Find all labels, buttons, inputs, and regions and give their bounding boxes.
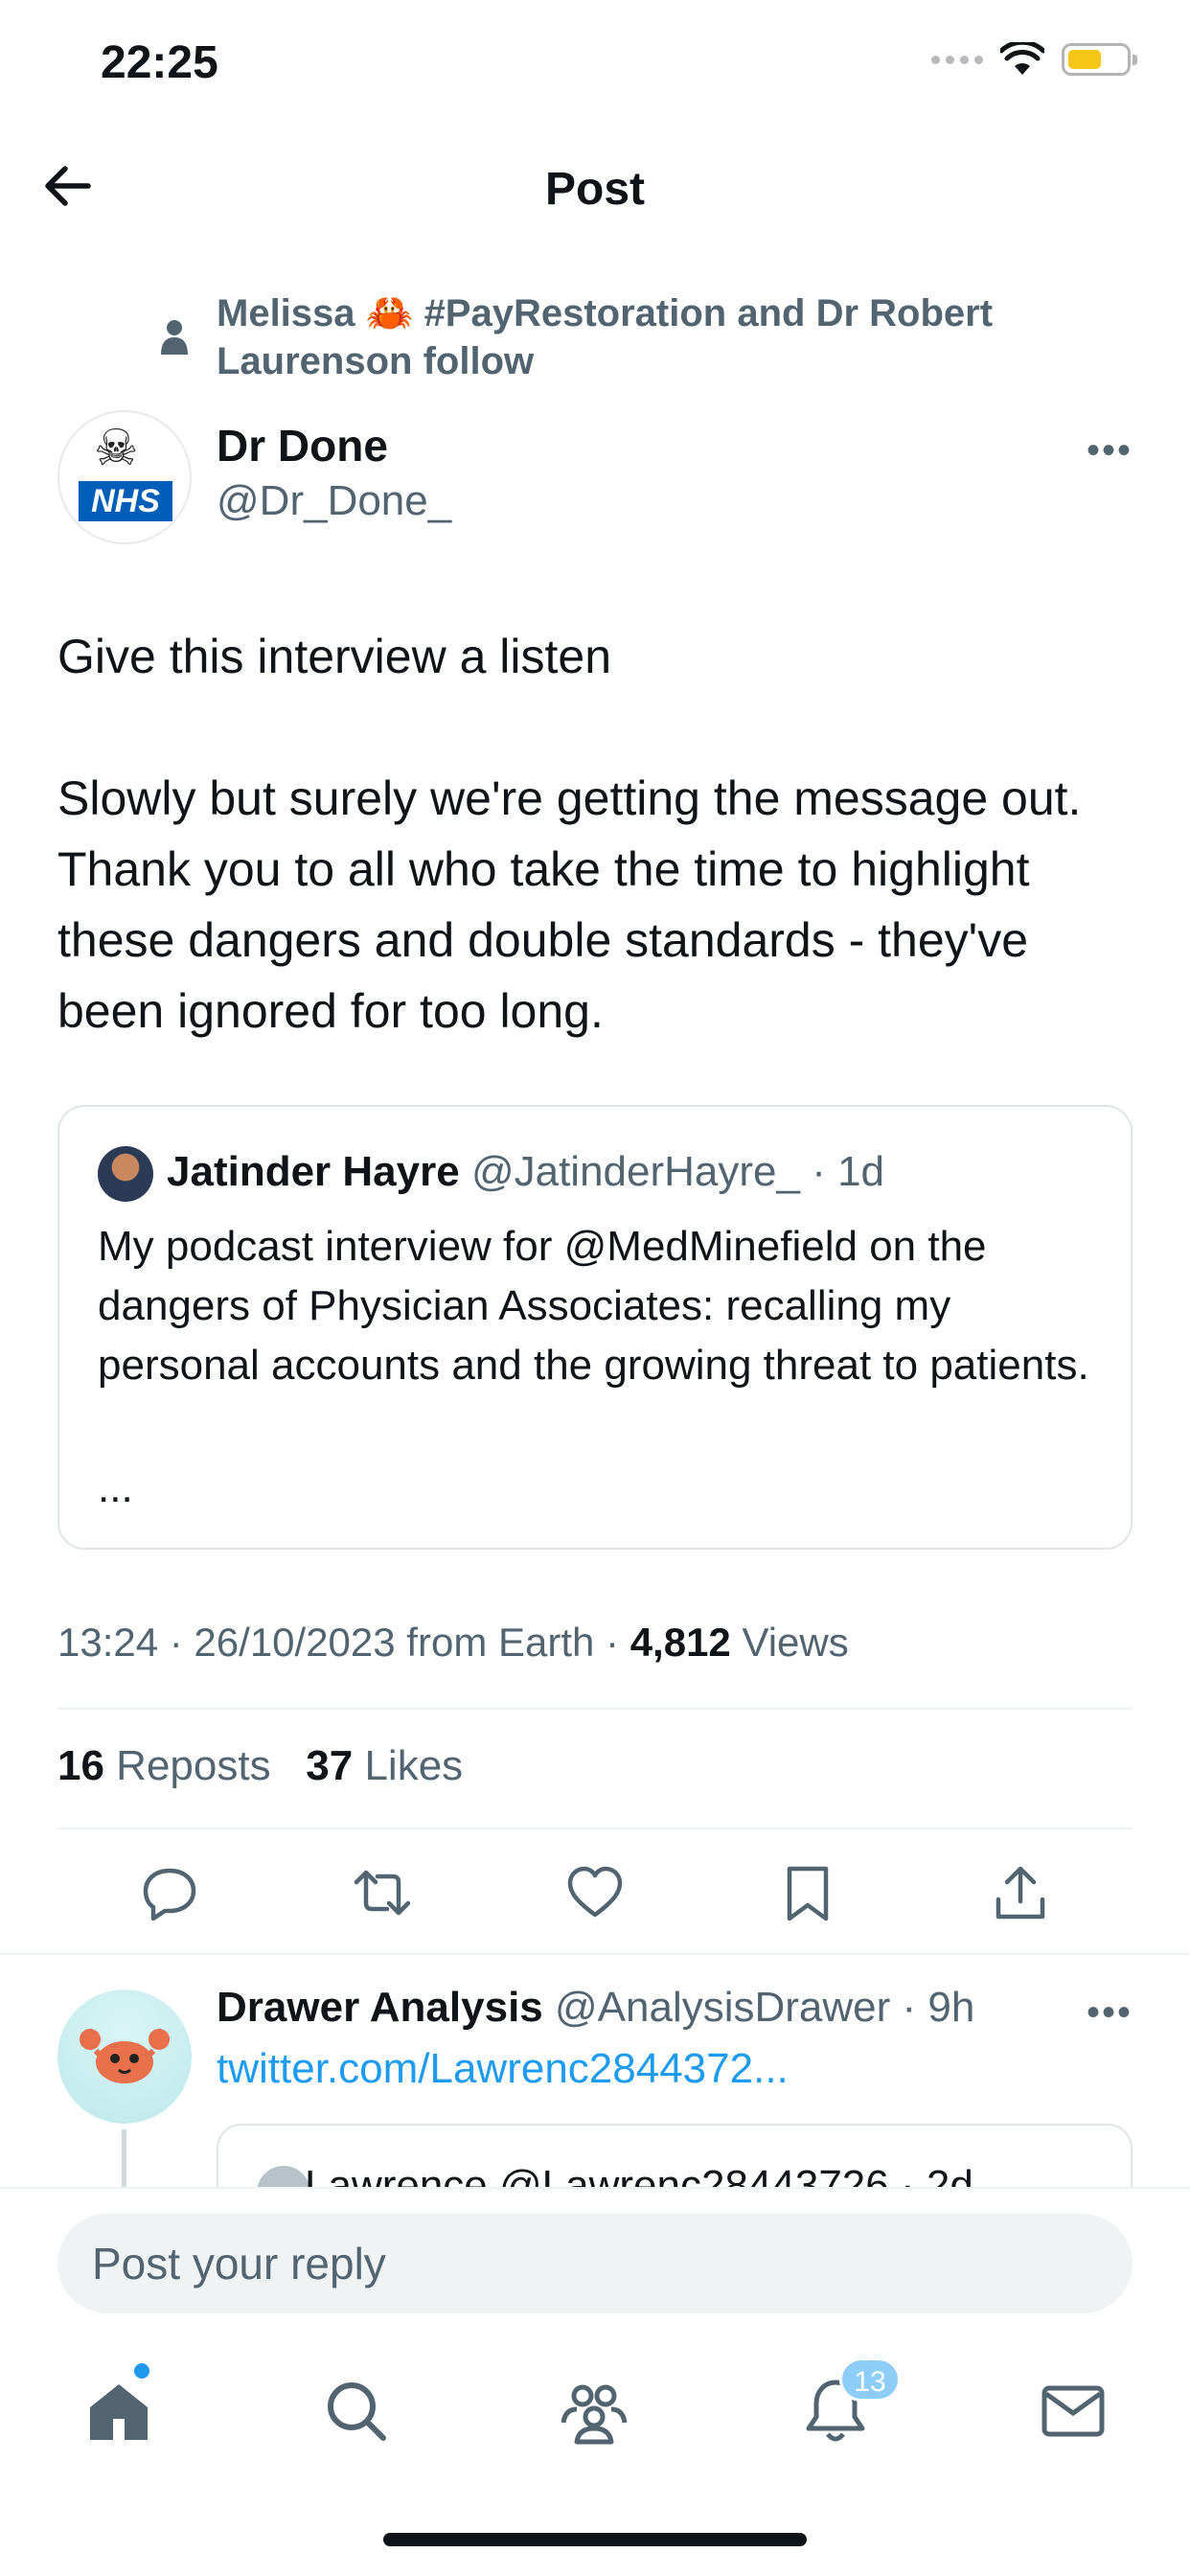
tab-search[interactable] [320, 2375, 393, 2448]
divider [57, 1708, 1133, 1710]
reply-avatar[interactable] [57, 1990, 192, 2124]
home-indicator [383, 2533, 807, 2546]
heart-icon [567, 1866, 623, 1918]
reply-more-icon[interactable]: ••• [1087, 1991, 1133, 2035]
thread-line [122, 2129, 126, 2187]
views-label: Views [730, 1620, 849, 1665]
bookmark-button[interactable] [778, 1863, 837, 1922]
crab-icon [80, 2029, 170, 2083]
divider [0, 1953, 1190, 1955]
status-time: 22:25 [101, 37, 218, 88]
status-icons [931, 42, 1137, 77]
likes-label: Likes [353, 1742, 464, 1789]
tab-messages[interactable] [1037, 2375, 1110, 2448]
bookmark-icon [787, 1866, 829, 1921]
reposts-count: 16 [57, 1742, 104, 1789]
tab-home[interactable] [82, 2375, 155, 2448]
tab-communities[interactable] [558, 2375, 630, 2448]
post-stats: 16 Reposts 37 Likes [57, 1742, 463, 1790]
share-button[interactable] [991, 1863, 1050, 1922]
wifi-icon [1000, 42, 1044, 75]
quoted-avatar [98, 1146, 153, 1202]
search-icon [328, 2382, 386, 2441]
battery-icon [1062, 43, 1137, 76]
reply-link[interactable]: twitter.com/Lawrenc2844372... [217, 2045, 789, 2093]
quoted-text: My podcast interview for @MedMinefield o… [98, 1223, 1089, 1389]
repost-icon [354, 1870, 411, 1916]
home-notification-dot [134, 2363, 149, 2379]
author-name[interactable]: Dr Done [217, 420, 388, 472]
reply-input[interactable] [57, 2214, 1133, 2313]
likes-stat[interactable]: 37 Likes [306, 1742, 463, 1789]
reply-author-name[interactable]: Drawer Analysis [217, 1984, 543, 2031]
likes-count: 37 [306, 1742, 354, 1789]
share-icon [995, 1866, 1045, 1920]
reply-icon [143, 1868, 196, 1921]
divider [57, 1828, 1133, 1829]
signal-icon [931, 55, 983, 64]
page-title: Post [544, 164, 645, 215]
author-avatar[interactable]: ☠ NHS [57, 410, 192, 544]
quoted-ellipsis: ... [98, 1464, 133, 1511]
social-context[interactable]: Melissa 🦀 #PayRestoration and Dr Robert … [217, 289, 1079, 385]
author-handle[interactable]: @Dr_Done_ [217, 477, 451, 525]
post-timestamp: 13:24 · 26/10/2023 from Earth · [57, 1620, 630, 1665]
post-metadata: 13:24 · 26/10/2023 from Earth · 4,812 Vi… [57, 1620, 849, 1666]
more-icon[interactable]: ••• [1087, 429, 1133, 472]
reposts-label: Reposts [103, 1742, 271, 1789]
notifications-badge: 13 [839, 2358, 901, 2402]
like-button[interactable] [565, 1863, 625, 1922]
quoted-meta: @JatinderHayre_ · 1d [470, 1148, 885, 1195]
quoted-name: Jatinder Hayre [167, 1148, 460, 1195]
home-icon [90, 2384, 148, 2440]
person-icon [153, 314, 195, 356]
views-count: 4,812 [629, 1620, 731, 1665]
reply-header: Drawer Analysis @AnalysisDrawer · 9h [217, 1984, 974, 2032]
reposts-stat[interactable]: 16 Reposts [57, 1742, 271, 1789]
reply-meta: @AnalysisDrawer · 9h [555, 1984, 975, 2031]
mail-icon [1041, 2385, 1105, 2437]
post-text: Give this interview a listen Slowly but … [57, 630, 1082, 1038]
repost-button[interactable] [353, 1863, 412, 1922]
quoted-header: Jatinder Hayre @JatinderHayre_ · 1d [167, 1148, 884, 1196]
reply-button[interactable] [140, 1863, 199, 1922]
communities-icon [561, 2384, 628, 2445]
skull-icon: ☠ [94, 421, 139, 476]
nhs-logo: NHS [79, 481, 172, 521]
